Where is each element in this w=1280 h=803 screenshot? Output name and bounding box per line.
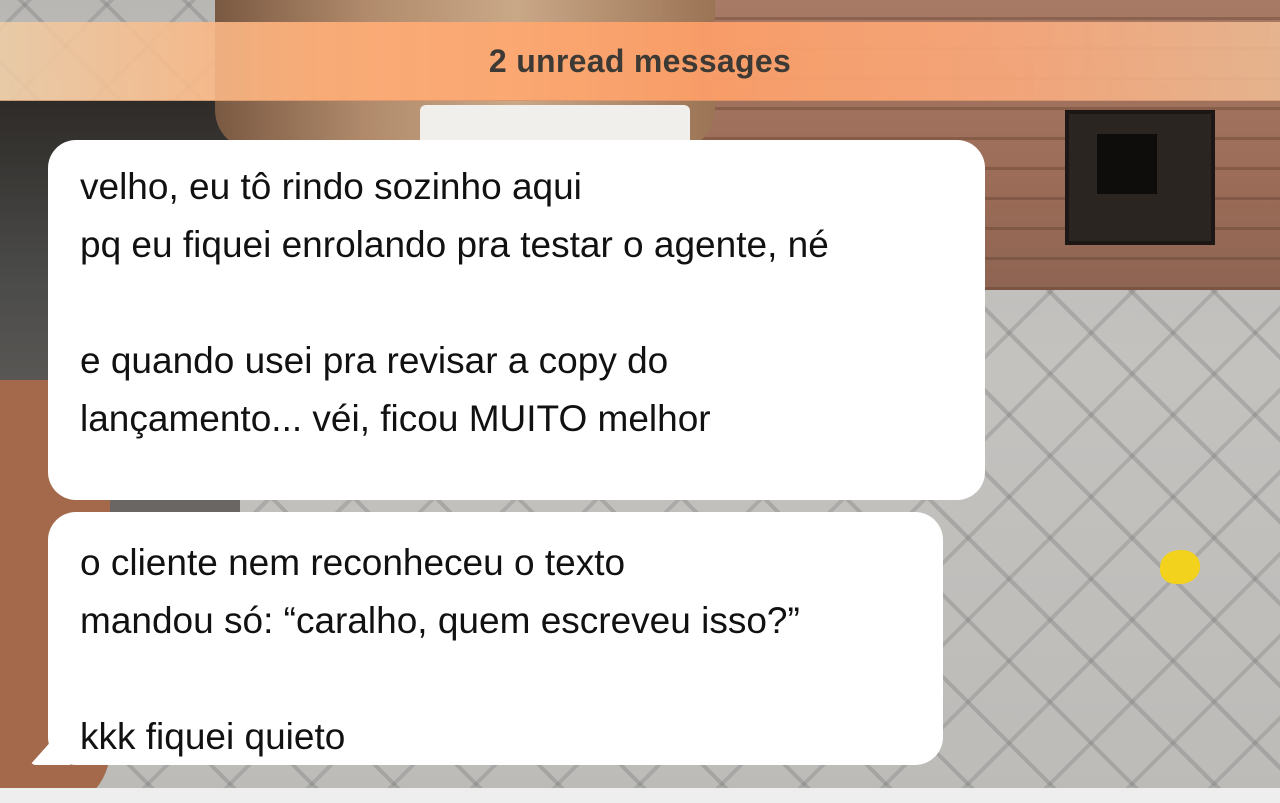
background-yellow-flower	[1160, 550, 1200, 584]
message-line: pq eu fiquei enrolando pra testar o agen…	[80, 224, 829, 265]
message-line: o cliente nem reconheceu o texto	[80, 542, 626, 583]
input-area-edge	[0, 788, 1280, 803]
unread-messages-label: 2 unread messages	[488, 42, 792, 79]
message-line: e quando usei pra revisar a copy do	[80, 340, 669, 381]
message-line: lançamento... véi, ficou MUITO melhor	[80, 398, 711, 439]
message-bubble[interactable]: velho, eu tô rindo sozinho aqui pq eu fi…	[48, 140, 985, 500]
message-line: velho, eu tô rindo sozinho aqui	[80, 166, 582, 207]
message-line: mandou só: “caralho, quem escreveu isso?…	[80, 600, 800, 641]
message-bubble[interactable]: o cliente nem reconheceu o texto mandou …	[48, 512, 943, 765]
background-wall-lamp	[1065, 110, 1215, 245]
chat-screen: 2 unread messages velho, eu tô rindo soz…	[0, 0, 1280, 803]
unread-messages-banner: 2 unread messages	[0, 22, 1280, 101]
message-line: kkk fiquei quieto	[80, 716, 346, 757]
